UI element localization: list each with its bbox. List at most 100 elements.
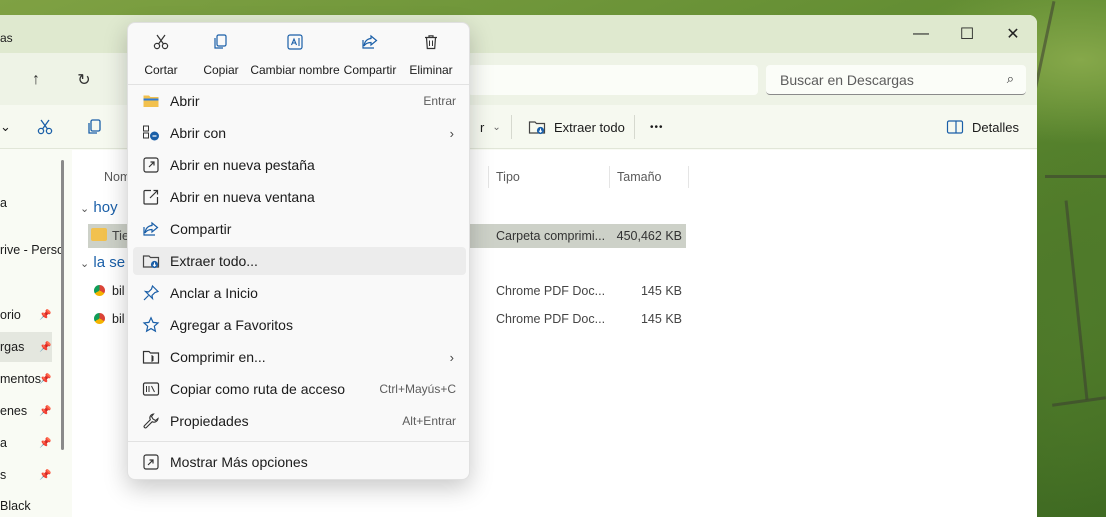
toolbar-partial-label: r [480, 119, 485, 135]
file-type: Chrome PDF Doc... [496, 312, 606, 326]
copy-button[interactable] [86, 115, 104, 139]
sidebar-item-escritorio[interactable]: orio 📌 [0, 300, 52, 330]
menu-item-copiar-ruta[interactable]: Copiar como ruta de acceso Ctrl+Mayús+C [133, 375, 466, 403]
extract-icon [528, 121, 546, 135]
new-tab-icon [143, 157, 159, 173]
search-placeholder: Buscar en Descargas [780, 71, 914, 88]
delete-button[interactable]: Eliminar [400, 33, 462, 77]
zip-folder-icon [91, 228, 107, 241]
path-input[interactable] [468, 65, 758, 95]
trash-icon [425, 35, 437, 50]
sidebar-item-documentos[interactable]: mentos 📌 [0, 364, 52, 394]
menu-item-label: Anclar a Inicio [170, 285, 258, 301]
up-button[interactable]: ↑ [22, 67, 50, 93]
more-button[interactable]: ••• [650, 115, 664, 139]
pin-icon: 📌 [39, 469, 52, 481]
menu-item-abrir-con[interactable]: Abrir con › [133, 119, 466, 147]
field-wall [1052, 396, 1106, 407]
share-icon [362, 34, 378, 49]
close-button[interactable]: ✕ [990, 19, 1036, 49]
sidebar-item-label: mentos [0, 372, 41, 386]
menu-item-label: Mostrar Más opciones [170, 454, 308, 470]
refresh-button[interactable]: ↻ [70, 67, 98, 93]
group-header-semana[interactable]: ⌄ la se [80, 254, 125, 271]
column-divider[interactable] [609, 166, 610, 188]
menu-item-label: Agregar a Favoritos [170, 317, 293, 333]
more-options-icon [143, 454, 159, 470]
menu-item-abrir[interactable]: Abrir Entrar [133, 87, 466, 115]
menu-item-nueva-pestana[interactable]: Abrir en nueva pestaña [133, 151, 466, 179]
field-wall [1064, 200, 1089, 400]
copy-button[interactable]: Copiar [190, 33, 252, 77]
menu-item-label: Abrir con [170, 125, 227, 141]
toolbar-partial-button[interactable]: r ⌄ [480, 115, 501, 139]
chevron-right-icon: › [449, 349, 454, 365]
menu-divider [128, 84, 469, 85]
sidebar-item-onedrive[interactable]: rive - Perso [0, 235, 64, 265]
sidebar-item-videos[interactable]: s 📌 [0, 460, 52, 490]
rename-label: Cambiar nombre [250, 63, 340, 77]
menu-item-label: Copiar como ruta de acceso [170, 381, 346, 397]
copy-icon [214, 34, 227, 49]
menu-item-mas-opciones[interactable]: Mostrar Más opciones [133, 448, 466, 476]
details-pane-icon [946, 120, 964, 134]
new-window-icon [143, 189, 159, 205]
sidebar-item-label: s [0, 468, 7, 482]
menu-item-label: Abrir [170, 93, 200, 109]
close-icon: ✕ [1006, 26, 1020, 43]
column-divider[interactable] [488, 166, 489, 188]
column-header-size[interactable]: Tamaño [617, 170, 661, 184]
more-icon: ••• [650, 121, 664, 133]
maximize-button[interactable]: ☐ [944, 19, 990, 49]
menu-item-compartir[interactable]: Compartir [133, 215, 466, 243]
share-label: Compartir [343, 63, 397, 77]
pin-icon: 📌 [39, 341, 52, 353]
sidebar-item[interactable]: a [0, 188, 52, 218]
column-header-type[interactable]: Tipo [496, 170, 520, 184]
cut-button[interactable]: Cortar [130, 33, 192, 77]
sidebar-item-black[interactable]: Black [0, 491, 52, 517]
group-label: hoy [93, 199, 118, 216]
star-icon [142, 316, 160, 333]
menu-item-label: Extraer todo... [170, 253, 258, 269]
sidebar-item-label: a [0, 436, 7, 450]
sidebar-item-descargas[interactable]: rgas 📌 [0, 332, 52, 362]
sidebar-item-imagenes[interactable]: enes 📌 [0, 396, 52, 426]
rename-button[interactable]: Cambiar nombre [250, 33, 340, 77]
chevron-down-icon: ⌄ [492, 121, 501, 133]
details-label: Detalles [972, 119, 1019, 135]
menu-item-extraer-todo[interactable]: Extraer todo... [133, 247, 466, 275]
sidebar-item-label: rgas [0, 340, 25, 354]
menu-item-favoritos[interactable]: Agregar a Favoritos [133, 311, 466, 339]
menu-item-label: Propiedades [170, 413, 249, 429]
sidebar-item-label: rive - Perso [0, 243, 64, 257]
pin-icon: 📌 [39, 405, 52, 417]
search-icon: ⌕ [1006, 71, 1014, 86]
extract-all-label: Extraer todo [554, 119, 625, 135]
chrome-pdf-icon [94, 285, 105, 296]
file-size: 450,462 KB [616, 229, 682, 243]
extract-all-button[interactable]: Extraer todo [528, 115, 625, 139]
window-title: as [0, 31, 13, 45]
group-header-hoy[interactable]: ⌄ hoy [80, 199, 118, 216]
menu-item-comprimir[interactable]: Comprimir en... › [133, 343, 466, 371]
path-icon [142, 382, 160, 396]
menu-item-label: Compartir [170, 221, 232, 237]
share-button[interactable]: Compartir [340, 33, 400, 77]
file-type: Chrome PDF Doc... [496, 284, 606, 298]
menu-item-propiedades[interactable]: Propiedades Alt+Entrar [133, 407, 466, 435]
sidebar-item-label: orio [0, 308, 21, 322]
menu-item-anclar-inicio[interactable]: Anclar a Inicio [133, 279, 466, 307]
cut-button[interactable] [36, 115, 54, 139]
minimize-button[interactable]: — [898, 19, 944, 49]
chevron-right-icon: › [449, 125, 454, 141]
toolbar-divider [634, 115, 635, 139]
sidebar-item-musica[interactable]: a 📌 [0, 428, 52, 458]
menu-divider [128, 441, 469, 442]
menu-item-nueva-ventana[interactable]: Abrir en nueva ventana [133, 183, 466, 211]
search-input[interactable]: Buscar en Descargas ⌕ [766, 65, 1026, 95]
sidebar-scrollbar[interactable] [61, 160, 64, 450]
column-divider[interactable] [688, 166, 689, 188]
details-button[interactable]: Detalles [946, 115, 1019, 139]
file-name: bil [112, 312, 125, 326]
